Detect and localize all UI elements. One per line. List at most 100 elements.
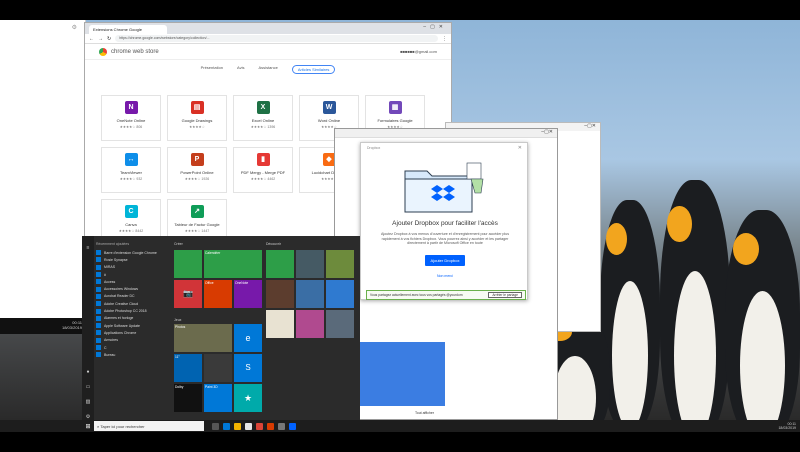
chrome-taskbar-icon[interactable] (256, 422, 263, 430)
back-icon[interactable]: ← (89, 36, 94, 42)
explorer-icon[interactable] (234, 422, 241, 430)
tab-assistance[interactable]: Assistance (259, 65, 278, 74)
app-icon (96, 264, 101, 270)
tile-candy[interactable] (296, 310, 324, 338)
start-list-item[interactable]: Acrobat Reader DC (96, 293, 170, 300)
window-controls[interactable]: –▢✕ (423, 24, 447, 30)
start-list-item[interactable]: MIRAS (96, 264, 170, 271)
app-name: Word Online (317, 118, 341, 123)
start-item-label: Apple Software Update (104, 323, 140, 328)
tile-dolby[interactable]: Dolby (174, 384, 202, 412)
office-taskbar-icon[interactable] (267, 422, 274, 430)
pictures-icon[interactable]: ▨ (82, 399, 94, 405)
tab-presentation[interactable]: Présentation (201, 65, 223, 74)
tile-game-6[interactable] (326, 310, 354, 338)
tile-game-5[interactable] (326, 280, 354, 308)
stop-sharing-button[interactable]: Arrêter le partage (488, 292, 522, 298)
dropbox-taskbar-icon[interactable] (289, 422, 296, 430)
start-list-item[interactable]: Adobe Photoshop CC 2018 (96, 307, 170, 314)
start-list-item[interactable]: Access (96, 278, 170, 285)
start-list-item[interactable]: Armoires (96, 337, 170, 344)
start-list-item[interactable]: Applications Chrome (96, 329, 170, 336)
app-card[interactable]: N OneNote Online ★★★★☆ 806 (101, 95, 161, 141)
browser-tab[interactable]: Extensions Chrome Google (89, 25, 167, 34)
document-icon[interactable]: ▭ (82, 384, 94, 390)
settings-icon[interactable]: ⚙ (72, 24, 77, 31)
tile-green-2[interactable] (266, 250, 294, 278)
app-icon (96, 279, 101, 285)
tile-photos[interactable]: Photos (174, 324, 232, 352)
tile-game-4[interactable] (296, 280, 324, 308)
taskbar: ⊞ ⌕ Taper ici pour rechercher 00:11 18/0… (82, 420, 800, 432)
user-icon[interactable]: ● (82, 369, 94, 375)
tile-green[interactable] (174, 250, 202, 278)
app-name: Formulaires Google (377, 118, 413, 123)
app-card[interactable]: ▮ PDF Mergy - Merge PDF ★★★★☆ 4462 (233, 147, 293, 193)
menu-icon[interactable]: ⋮ (442, 36, 447, 42)
add-dropbox-button[interactable]: Ajouter Dropbox (425, 255, 465, 266)
start-list-item[interactable]: Alarmes et horloge (96, 315, 170, 322)
start-list-item[interactable]: C (96, 344, 170, 351)
taskview-icon[interactable] (212, 422, 219, 430)
tile-game-2[interactable] (326, 250, 354, 278)
user-email[interactable]: ■■■■■■@gmail.com (400, 49, 437, 54)
dialog-description: Ajoutez Dropbox à vos menus d'ouverture … (380, 232, 510, 246)
left-clock: 00:11 18/03/2019 (0, 318, 86, 334)
app-icon (96, 272, 101, 278)
app-icon: ▦ (388, 101, 402, 114)
group-explore: Découvrir (266, 242, 281, 246)
app-card[interactable]: ▤ Google Drawings ★★★★☆ (167, 95, 227, 141)
share-text: Vous partagez actuellement avec tous vos… (370, 293, 463, 297)
tile-paint3d[interactable]: Paint 3D (204, 384, 232, 412)
show-all-link[interactable]: Tout afficher (415, 411, 434, 415)
start-list-item[interactable]: Bureau (96, 351, 170, 358)
start-list-item[interactable]: Rosie Synapse (96, 256, 170, 263)
start-list-item[interactable]: Apple Software Update (96, 322, 170, 329)
tile-weather[interactable]: 11° (174, 354, 202, 382)
forward-icon[interactable]: → (98, 36, 103, 42)
window-controls[interactable]: –▢✕ (335, 129, 557, 138)
app-name: PowerPoint Online (180, 170, 214, 175)
edge-taskbar-icon[interactable] (223, 422, 230, 430)
skype-icon[interactable]: S (234, 354, 262, 382)
start-list-item[interactable]: Adobe Creative Cloud (96, 300, 170, 307)
start-list-item[interactable]: Barre d'extension Google Chrome (96, 249, 170, 256)
url-field[interactable]: https://chrome.google.com/webstore/categ… (115, 35, 438, 42)
app-rating: ★★★★☆ 4462 (250, 177, 276, 181)
app-taskbar-icon[interactable] (278, 422, 285, 430)
camera-icon[interactable]: 📷 (174, 280, 202, 308)
start-list-item[interactable]: # (96, 271, 170, 278)
tile-onenote[interactable]: OneNote (234, 280, 262, 308)
tile-game-3[interactable] (266, 280, 294, 308)
app-rating: ★★★★☆ 1926 (184, 177, 210, 181)
tile-solitaire[interactable] (266, 310, 294, 338)
system-tray[interactable]: 00:11 18/03/2019 (778, 422, 800, 430)
tab-avis[interactable]: Avis (237, 65, 244, 74)
reload-icon[interactable]: ↻ (107, 36, 111, 42)
store-icon[interactable] (245, 422, 252, 430)
app-card[interactable]: P PowerPoint Online ★★★★☆ 1926 (167, 147, 227, 193)
windows-start-icon[interactable]: ⊞ (82, 423, 94, 430)
store-categories: Présentation Avis Assistance Articles Si… (85, 60, 451, 79)
store-header: chrome web store ■■■■■■@gmail.com (85, 44, 451, 60)
tile-news[interactable] (204, 354, 232, 382)
start-item-label: # (104, 272, 106, 277)
start-item-label: Barre d'extension Google Chrome (104, 250, 157, 255)
app-icon (96, 286, 101, 292)
close-icon[interactable]: ✕ (518, 145, 522, 151)
hamburger-icon[interactable]: ≡ (82, 245, 94, 251)
no-thanks-link[interactable]: Non merci (361, 274, 529, 278)
tile-office[interactable]: Office (204, 280, 232, 308)
start-list-item[interactable]: Accessoires Windows (96, 285, 170, 292)
taskbar-search-input[interactable]: ⌕ Taper ici pour rechercher (94, 421, 204, 431)
store-title[interactable]: chrome web store (111, 49, 159, 55)
tile-calendar[interactable]: Calendrier (204, 250, 262, 278)
edge-icon[interactable]: e (234, 324, 262, 352)
tab-articles-similaires[interactable]: Articles Similaires (291, 65, 336, 74)
left-window[interactable]: ⚙ (0, 20, 86, 318)
app-card[interactable]: X Excel Online ★★★★☆ 1396 (233, 95, 293, 141)
app-card[interactable]: ↔ TeamViewer ★★★★☆ 932 (101, 147, 161, 193)
tile-game-1[interactable] (296, 250, 324, 278)
app-rating: ★★★★☆ 932 (119, 177, 143, 181)
star-icon[interactable]: ★ (234, 384, 262, 412)
